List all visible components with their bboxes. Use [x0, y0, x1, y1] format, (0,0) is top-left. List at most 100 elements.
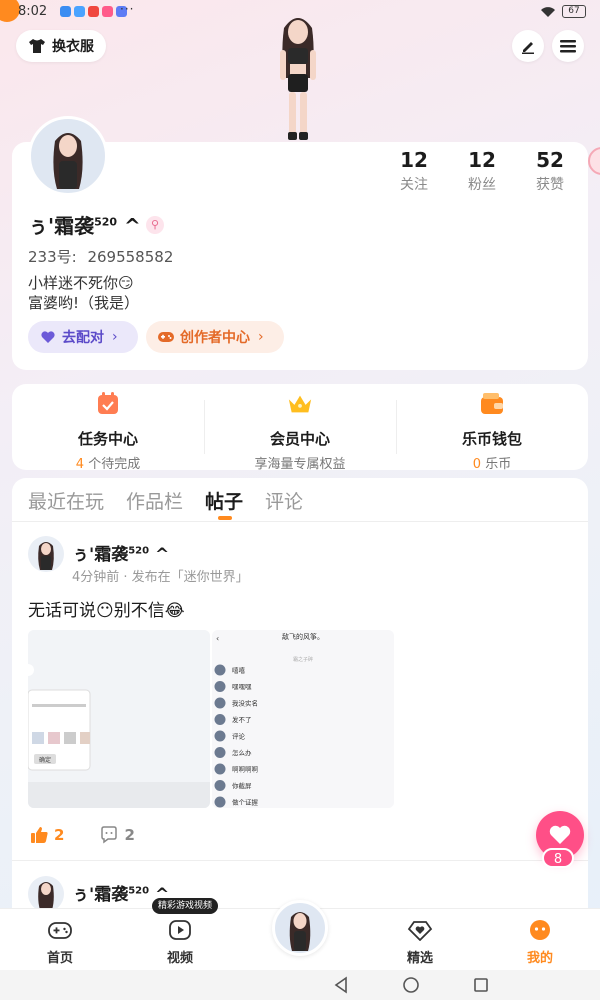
like-count: 2	[54, 826, 65, 844]
profile-uid: 233号: 269558582	[28, 246, 173, 267]
chevron-right-icon: ›	[258, 329, 264, 345]
nav-label: 首页	[46, 951, 73, 966]
quick-sub-text: 享海量专属权益	[254, 457, 346, 472]
chat-item-text: 你截屏	[232, 781, 252, 790]
nav-label: 我的	[526, 951, 553, 966]
task-center-item[interactable]: 任务中心 4 个待完成	[12, 384, 204, 472]
profile-avatar[interactable]	[28, 116, 108, 196]
chat-item-text: 怎么办	[232, 748, 252, 757]
wallet-item[interactable]: 乐币钱包 0 乐币	[396, 384, 588, 472]
chat-item-text: 发不了	[232, 715, 252, 724]
profile-username: ぅ'霜袭520 ^	[28, 210, 141, 239]
chat-avatar	[214, 681, 226, 692]
avatar-image	[53, 133, 83, 189]
gamepad-icon	[158, 332, 174, 342]
quick-sub: 0 乐币	[396, 453, 588, 472]
active-tab-indicator	[218, 516, 232, 520]
nav-video[interactable]: 视频	[140, 919, 220, 966]
chat-avatar	[214, 697, 226, 709]
comment-icon	[101, 826, 118, 844]
avatar-image	[38, 542, 54, 570]
screenshot-subtitle: 霜之子碎	[293, 656, 313, 663]
screenshot-title: 敌飞的风筝。	[282, 632, 324, 641]
vip-center-item[interactable]: 会员中心 享海量专属权益	[204, 384, 396, 472]
quick-sub: 4 个待完成	[12, 453, 204, 472]
face-icon	[530, 920, 550, 940]
post-image-2[interactable]: ‹ 敌飞的风筝。 霜之子碎 嘻嘻 嘿嘿嘿 我没实名 发不了 评论 怎么办 啊啊啊啊 你截屏 做个…	[212, 630, 394, 808]
nav-featured[interactable]: 精选	[380, 919, 460, 966]
stat-label: 关注	[400, 177, 428, 193]
match-label: 去配对	[62, 330, 104, 346]
avatar-figure[interactable]	[266, 8, 330, 142]
author-sup: 520	[128, 885, 150, 897]
task-count: 4	[75, 457, 85, 472]
chat-avatar	[214, 714, 226, 725]
quick-title: 乐币钱包	[461, 430, 522, 448]
video-tooltip: 精彩游戏视频	[152, 898, 219, 914]
chat-avatar	[214, 747, 226, 758]
comment-button[interactable]: 2	[100, 826, 135, 844]
post-author-name[interactable]: ぅ'霜袭520 ^	[72, 540, 169, 565]
chat-avatar	[214, 780, 226, 791]
creator-center-button[interactable]: 创作者中心 ›	[146, 321, 284, 353]
quick-sub-text: 乐币	[481, 457, 512, 472]
stat-likes[interactable]: 52 获赞	[518, 148, 582, 194]
nav-label: 精选	[406, 951, 433, 966]
nav-home[interactable]: 首页	[20, 919, 100, 966]
chat-item-text: 我没实名	[232, 699, 258, 708]
back-icon[interactable]	[332, 976, 350, 994]
creator-label: 创作者中心	[180, 330, 250, 346]
shirt-icon	[29, 39, 45, 53]
nav-label: 视频	[166, 951, 193, 966]
post-image-1[interactable]: 确定	[28, 630, 210, 808]
status-more-icon: ···	[120, 2, 135, 16]
dress-up-button[interactable]: 换衣服	[16, 30, 106, 62]
chat-avatar	[214, 796, 226, 808]
side-peek-icon[interactable]	[586, 146, 600, 176]
recents-icon[interactable]	[472, 976, 490, 994]
nav-center-avatar[interactable]	[272, 900, 328, 956]
divider	[12, 860, 588, 861]
heart-diamond-icon	[407, 921, 433, 942]
floating-heart-count: 8	[542, 848, 574, 868]
post-meta: 4分钟前 · 发布在「迷你世界」	[72, 570, 249, 585]
edit-button[interactable]	[512, 30, 544, 62]
post-author-avatar[interactable]	[28, 876, 64, 912]
chat-item-text: 嘿嘿嘿	[232, 683, 252, 691]
quick-title: 会员中心	[269, 430, 330, 448]
dialog-button-text: 确定	[39, 756, 51, 764]
profile-bio-line1: 小样迷不死你😏	[28, 274, 134, 292]
wallet-icon	[481, 393, 503, 414]
nav-me[interactable]: 我的	[500, 919, 580, 966]
tab-comments[interactable]: 评论	[265, 487, 303, 514]
screenshot-image: ‹ 敌飞的风筝。 霜之子碎 嘻嘻嘿嘿嘿我没实名发不了评论怎么办啊啊啊啊你截屏做个…	[212, 630, 394, 808]
quick-title: 任务中心	[77, 430, 138, 448]
uid-value: 269558582	[87, 248, 174, 266]
pin-icon[interactable]: ⚲	[146, 216, 164, 234]
chat-avatar	[214, 664, 226, 676]
comment-count: 2	[124, 826, 135, 844]
post-author-avatar[interactable]	[28, 536, 64, 572]
home-icon[interactable]	[402, 976, 420, 994]
profile-tabs: 最近在玩 作品栏 帖子 评论	[28, 487, 303, 514]
heart-icon	[549, 825, 571, 844]
double-heart-icon	[41, 331, 55, 343]
notification-app-icon	[60, 6, 71, 17]
match-button[interactable]: 去配对 ›	[28, 321, 138, 353]
chat-item-text: 啊啊啊啊	[232, 766, 259, 774]
like-button[interactable]: 2	[30, 826, 64, 844]
quick-sub: 享海量专属权益	[204, 453, 396, 472]
tab-recent[interactable]: 最近在玩	[28, 487, 104, 514]
gamepad-icon	[48, 922, 72, 939]
tab-works[interactable]: 作品栏	[126, 487, 183, 514]
menu-button[interactable]	[552, 30, 584, 62]
author-sup: 520	[128, 545, 150, 557]
hamburger-icon	[560, 40, 576, 53]
avatar-image	[289, 912, 311, 951]
username-sup: 520	[94, 215, 118, 229]
stat-following[interactable]: 12 关注	[382, 148, 446, 194]
divider	[12, 521, 588, 522]
tab-posts[interactable]: 帖子	[205, 487, 243, 514]
wifi-icon	[541, 6, 555, 17]
stat-followers[interactable]: 12 粉丝	[450, 148, 514, 194]
